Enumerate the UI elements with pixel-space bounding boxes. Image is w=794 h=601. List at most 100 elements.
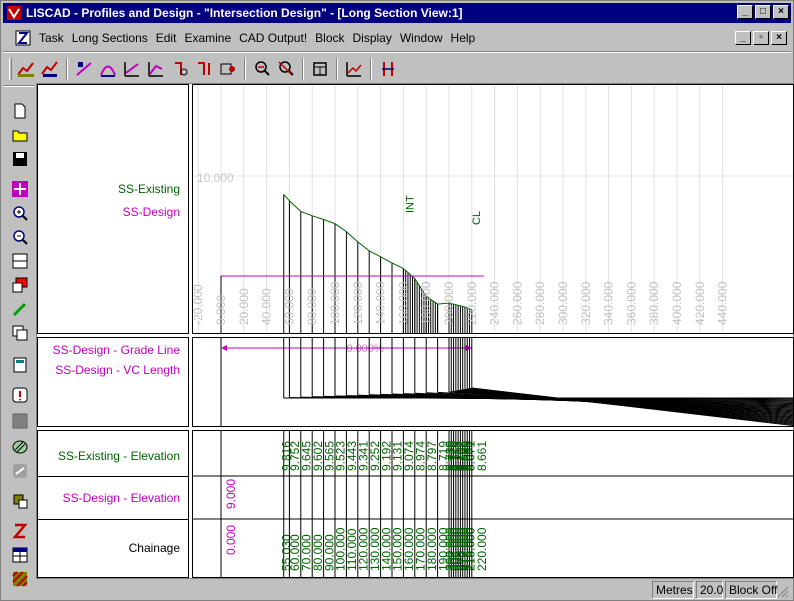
block-status: Block Off (725, 581, 777, 599)
intersect-icon[interactable] (10, 521, 30, 541)
reverse-icon[interactable] (377, 58, 399, 80)
chainage-tick-label: 60.000 (282, 288, 296, 325)
toolbar-separator (302, 58, 304, 80)
mdi-restore-button[interactable]: ▫ (753, 31, 769, 45)
new-icon[interactable] (10, 101, 30, 121)
app-window: LISCAD - Profiles and Design - "Intersec… (0, 0, 794, 601)
chainage-tick-label: 180.000 (419, 281, 433, 325)
long-section-view[interactable]: SS-Existing SS-Design 10.000 -20.000 0.00… (36, 83, 794, 579)
chainage-tick-label: 360.000 (624, 281, 638, 325)
delete-point-icon[interactable] (193, 58, 215, 80)
liscad-app-icon (7, 6, 21, 20)
layer-icon[interactable] (10, 275, 30, 295)
design-elevation-label: SS-Design - Elevation (62, 491, 180, 505)
chainage-tick-label: 380.000 (647, 281, 661, 325)
zoom-extents-icon[interactable] (275, 58, 297, 80)
chainage-tick-label: -20.000 (193, 284, 205, 325)
chainage-tick-label: 340.000 (602, 281, 616, 325)
table-plot-pane[interactable]: 9.000 0.000 9.816 55.030 9.752 60.000 9.645 70.… (192, 430, 794, 578)
menu-edit[interactable]: Edit (152, 31, 181, 45)
zoom-in-icon[interactable] (10, 203, 30, 223)
chainage-tick-label: 20.000 (237, 288, 251, 325)
box-icon[interactable] (10, 411, 30, 431)
grade-plot-pane[interactable]: 0.000% (192, 337, 794, 427)
chainage-tick-label: 440.000 (716, 281, 730, 325)
menu-examine[interactable]: Examine (180, 31, 235, 45)
menu-task[interactable]: Task (35, 31, 68, 45)
chainage-tick-label: 240.000 (488, 281, 502, 325)
pencil-icon[interactable] (10, 299, 30, 319)
menu-block[interactable]: Block (311, 31, 348, 45)
warning-icon[interactable] (10, 385, 30, 405)
chainage-tick-label: 320.000 (579, 281, 593, 325)
mdi-close-button[interactable]: × (771, 31, 787, 45)
calculator-icon[interactable] (10, 355, 30, 375)
chainage-value: 0.000 (224, 525, 238, 555)
toolbar-separator (66, 58, 68, 80)
minimize-button[interactable]: _ (737, 5, 753, 19)
menu-long-sections[interactable]: Long Sections (68, 31, 152, 45)
design-edit-icon[interactable] (121, 58, 143, 80)
profile-plot-pane[interactable]: 10.000 -20.000 0.000 20.000 40.000 60.000 80.… (192, 84, 794, 334)
zoom-window-icon[interactable] (251, 58, 273, 80)
document-icon[interactable] (15, 30, 31, 46)
data-table[interactable]: 9.0000.0009.81655.0309.75260.0009.64570.… (193, 431, 793, 577)
menu-help[interactable]: Help (447, 31, 480, 45)
grade-graph[interactable]: 0.000% (193, 338, 793, 426)
resize-grip-icon[interactable] (777, 586, 789, 598)
design-elevation-value: 9.000 (224, 479, 238, 509)
maximize-button[interactable]: □ (755, 5, 771, 19)
close-button[interactable]: × (773, 5, 789, 19)
move-point-icon[interactable] (217, 58, 239, 80)
open-icon[interactable] (10, 125, 30, 145)
separator (3, 51, 791, 53)
menu-bar: Task Long Sections Edit Examine CAD Outp… (3, 27, 791, 49)
table-icon[interactable] (10, 545, 30, 565)
existing-surface-label: SS-Existing (117, 182, 180, 196)
hatch-icon[interactable] (10, 437, 30, 457)
zoom-out-icon[interactable] (10, 227, 30, 247)
chainage-tick-label: 140.000 (374, 281, 388, 325)
design-grade-icon[interactable] (73, 58, 95, 80)
grade-arrow-left (221, 345, 227, 351)
pan-icon[interactable] (10, 179, 30, 199)
menu-cad-output[interactable]: CAD Output! (235, 31, 311, 45)
design-surface-label: SS-Design (122, 205, 180, 219)
units-status: Metres (652, 581, 694, 599)
grade-line-label: SS-Design - Grade Line (52, 343, 180, 357)
datum-label: 10.000 (197, 171, 234, 185)
profile-open-icon[interactable] (15, 58, 37, 80)
mdi-minimize-button[interactable]: _ (735, 31, 751, 45)
title-bar[interactable]: LISCAD - Profiles and Design - "Intersec… (3, 3, 791, 23)
profile-edit-icon[interactable] (39, 58, 61, 80)
link-icon[interactable] (10, 461, 30, 481)
design-line-icon[interactable] (145, 58, 167, 80)
design-vc-icon[interactable] (97, 58, 119, 80)
chainage-tick-label: 220.000 (465, 281, 479, 325)
cl-marker: CL (471, 211, 483, 225)
toolbar-separator (336, 58, 338, 80)
toolbar (3, 55, 791, 83)
int-marker: INT (405, 195, 417, 213)
chainage-tick-label: 260.000 (510, 281, 524, 325)
chainage-tick-label: 280.000 (533, 281, 547, 325)
chainage-tick-label: 400.000 (670, 281, 684, 325)
insert-point-icon[interactable] (169, 58, 191, 80)
chainage-tick-label: 80.000 (305, 288, 319, 325)
save-icon[interactable] (10, 149, 30, 169)
section-icon[interactable] (309, 58, 331, 80)
menu-window[interactable]: Window (396, 31, 447, 45)
status-bar: Metres 20.0 Block Off (3, 580, 791, 600)
chainage-label: Chainage (128, 541, 180, 555)
toolbar-grip[interactable] (9, 58, 12, 80)
left-toolbar (3, 93, 35, 593)
copy-icon[interactable] (10, 323, 30, 343)
graph-icon[interactable] (343, 58, 365, 80)
plot-icon[interactable] (10, 491, 30, 511)
fit-icon[interactable] (10, 251, 30, 271)
menu-display[interactable]: Display (349, 31, 396, 45)
window-title: LISCAD - Profiles and Design - "Intersec… (26, 6, 463, 20)
profile-graph[interactable]: 10.000 -20.000 0.000 20.000 40.000 60.000 80.… (193, 85, 793, 333)
toolbar-separator (244, 58, 246, 80)
chainage-tick-label: 0.000 (214, 295, 228, 325)
